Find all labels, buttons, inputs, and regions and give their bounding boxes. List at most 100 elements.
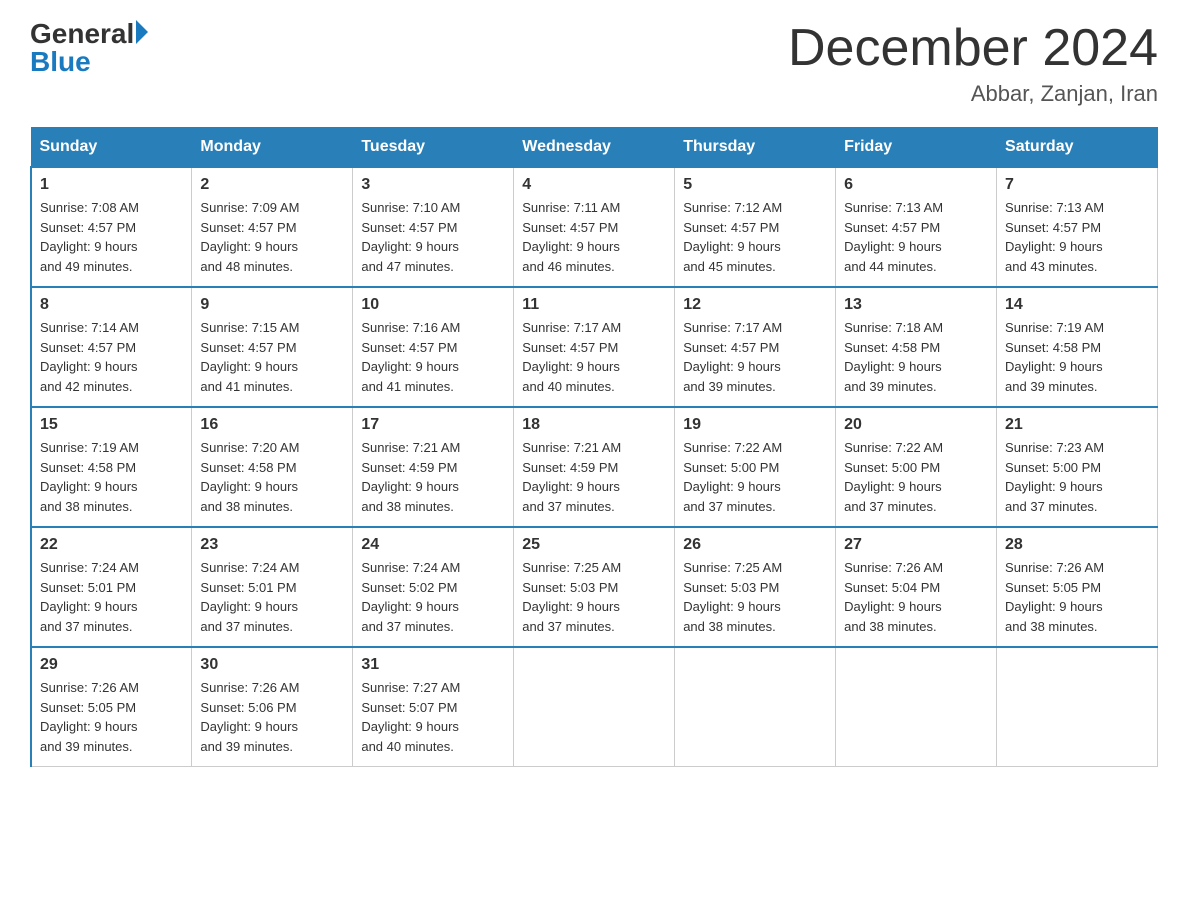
- day-number: 1: [40, 176, 183, 194]
- header-wednesday: Wednesday: [514, 128, 675, 168]
- day-number: 24: [361, 536, 505, 554]
- page-header: General Blue December 2024 Abbar, Zanjan…: [30, 20, 1158, 107]
- day-info: Sunrise: 7:17 AMSunset: 4:57 PMDaylight:…: [683, 318, 827, 396]
- day-number: 17: [361, 416, 505, 434]
- day-info: Sunrise: 7:15 AMSunset: 4:57 PMDaylight:…: [200, 318, 344, 396]
- calendar-cell: 28 Sunrise: 7:26 AMSunset: 5:05 PMDaylig…: [997, 527, 1158, 647]
- calendar-cell: 9 Sunrise: 7:15 AMSunset: 4:57 PMDayligh…: [192, 287, 353, 407]
- day-info: Sunrise: 7:13 AMSunset: 4:57 PMDaylight:…: [844, 198, 988, 276]
- calendar-cell: 31 Sunrise: 7:27 AMSunset: 5:07 PMDaylig…: [353, 647, 514, 767]
- day-number: 12: [683, 296, 827, 314]
- day-number: 10: [361, 296, 505, 314]
- calendar-week-3: 15 Sunrise: 7:19 AMSunset: 4:58 PMDaylig…: [31, 407, 1158, 527]
- day-number: 19: [683, 416, 827, 434]
- header-saturday: Saturday: [997, 128, 1158, 168]
- day-info: Sunrise: 7:17 AMSunset: 4:57 PMDaylight:…: [522, 318, 666, 396]
- day-info: Sunrise: 7:25 AMSunset: 5:03 PMDaylight:…: [683, 558, 827, 636]
- day-info: Sunrise: 7:26 AMSunset: 5:05 PMDaylight:…: [40, 678, 183, 756]
- calendar-cell: 7 Sunrise: 7:13 AMSunset: 4:57 PMDayligh…: [997, 167, 1158, 287]
- day-number: 31: [361, 656, 505, 674]
- day-info: Sunrise: 7:10 AMSunset: 4:57 PMDaylight:…: [361, 198, 505, 276]
- calendar-week-4: 22 Sunrise: 7:24 AMSunset: 5:01 PMDaylig…: [31, 527, 1158, 647]
- day-number: 29: [40, 656, 183, 674]
- calendar-cell: [514, 647, 675, 767]
- calendar-week-2: 8 Sunrise: 7:14 AMSunset: 4:57 PMDayligh…: [31, 287, 1158, 407]
- day-info: Sunrise: 7:23 AMSunset: 5:00 PMDaylight:…: [1005, 438, 1149, 516]
- calendar-cell: 3 Sunrise: 7:10 AMSunset: 4:57 PMDayligh…: [353, 167, 514, 287]
- calendar-cell: 11 Sunrise: 7:17 AMSunset: 4:57 PMDaylig…: [514, 287, 675, 407]
- calendar-cell: 22 Sunrise: 7:24 AMSunset: 5:01 PMDaylig…: [31, 527, 192, 647]
- day-info: Sunrise: 7:14 AMSunset: 4:57 PMDaylight:…: [40, 318, 183, 396]
- day-info: Sunrise: 7:20 AMSunset: 4:58 PMDaylight:…: [200, 438, 344, 516]
- day-number: 18: [522, 416, 666, 434]
- calendar-cell: 15 Sunrise: 7:19 AMSunset: 4:58 PMDaylig…: [31, 407, 192, 527]
- calendar-cell: [675, 647, 836, 767]
- day-number: 13: [844, 296, 988, 314]
- month-title: December 2024: [788, 20, 1158, 77]
- logo-triangle-icon: [136, 20, 148, 44]
- calendar-cell: 23 Sunrise: 7:24 AMSunset: 5:01 PMDaylig…: [192, 527, 353, 647]
- calendar-cell: 26 Sunrise: 7:25 AMSunset: 5:03 PMDaylig…: [675, 527, 836, 647]
- day-number: 5: [683, 176, 827, 194]
- day-info: Sunrise: 7:21 AMSunset: 4:59 PMDaylight:…: [522, 438, 666, 516]
- calendar-cell: 2 Sunrise: 7:09 AMSunset: 4:57 PMDayligh…: [192, 167, 353, 287]
- day-info: Sunrise: 7:19 AMSunset: 4:58 PMDaylight:…: [1005, 318, 1149, 396]
- header-monday: Monday: [192, 128, 353, 168]
- calendar-cell: 10 Sunrise: 7:16 AMSunset: 4:57 PMDaylig…: [353, 287, 514, 407]
- calendar-cell: 18 Sunrise: 7:21 AMSunset: 4:59 PMDaylig…: [514, 407, 675, 527]
- day-info: Sunrise: 7:13 AMSunset: 4:57 PMDaylight:…: [1005, 198, 1149, 276]
- calendar-cell: 6 Sunrise: 7:13 AMSunset: 4:57 PMDayligh…: [836, 167, 997, 287]
- day-number: 25: [522, 536, 666, 554]
- day-number: 15: [40, 416, 183, 434]
- day-info: Sunrise: 7:16 AMSunset: 4:57 PMDaylight:…: [361, 318, 505, 396]
- title-area: December 2024 Abbar, Zanjan, Iran: [788, 20, 1158, 107]
- day-info: Sunrise: 7:22 AMSunset: 5:00 PMDaylight:…: [844, 438, 988, 516]
- day-number: 16: [200, 416, 344, 434]
- day-number: 26: [683, 536, 827, 554]
- calendar-cell: 4 Sunrise: 7:11 AMSunset: 4:57 PMDayligh…: [514, 167, 675, 287]
- calendar-cell: 12 Sunrise: 7:17 AMSunset: 4:57 PMDaylig…: [675, 287, 836, 407]
- calendar-table: SundayMondayTuesdayWednesdayThursdayFrid…: [30, 127, 1158, 767]
- day-info: Sunrise: 7:08 AMSunset: 4:57 PMDaylight:…: [40, 198, 183, 276]
- calendar-cell: [997, 647, 1158, 767]
- calendar-week-1: 1 Sunrise: 7:08 AMSunset: 4:57 PMDayligh…: [31, 167, 1158, 287]
- day-number: 21: [1005, 416, 1149, 434]
- day-info: Sunrise: 7:18 AMSunset: 4:58 PMDaylight:…: [844, 318, 988, 396]
- day-info: Sunrise: 7:25 AMSunset: 5:03 PMDaylight:…: [522, 558, 666, 636]
- calendar-cell: 5 Sunrise: 7:12 AMSunset: 4:57 PMDayligh…: [675, 167, 836, 287]
- day-info: Sunrise: 7:26 AMSunset: 5:04 PMDaylight:…: [844, 558, 988, 636]
- header-friday: Friday: [836, 128, 997, 168]
- calendar-cell: 16 Sunrise: 7:20 AMSunset: 4:58 PMDaylig…: [192, 407, 353, 527]
- header-tuesday: Tuesday: [353, 128, 514, 168]
- header-sunday: Sunday: [31, 128, 192, 168]
- day-number: 22: [40, 536, 183, 554]
- calendar-cell: 25 Sunrise: 7:25 AMSunset: 5:03 PMDaylig…: [514, 527, 675, 647]
- calendar-cell: 1 Sunrise: 7:08 AMSunset: 4:57 PMDayligh…: [31, 167, 192, 287]
- calendar-cell: 19 Sunrise: 7:22 AMSunset: 5:00 PMDaylig…: [675, 407, 836, 527]
- calendar-cell: 17 Sunrise: 7:21 AMSunset: 4:59 PMDaylig…: [353, 407, 514, 527]
- day-info: Sunrise: 7:24 AMSunset: 5:01 PMDaylight:…: [200, 558, 344, 636]
- day-number: 28: [1005, 536, 1149, 554]
- day-info: Sunrise: 7:12 AMSunset: 4:57 PMDaylight:…: [683, 198, 827, 276]
- calendar-cell: 13 Sunrise: 7:18 AMSunset: 4:58 PMDaylig…: [836, 287, 997, 407]
- day-number: 27: [844, 536, 988, 554]
- calendar-cell: 27 Sunrise: 7:26 AMSunset: 5:04 PMDaylig…: [836, 527, 997, 647]
- day-info: Sunrise: 7:26 AMSunset: 5:05 PMDaylight:…: [1005, 558, 1149, 636]
- day-info: Sunrise: 7:21 AMSunset: 4:59 PMDaylight:…: [361, 438, 505, 516]
- day-number: 14: [1005, 296, 1149, 314]
- day-number: 7: [1005, 176, 1149, 194]
- logo: General Blue: [30, 20, 148, 76]
- day-number: 3: [361, 176, 505, 194]
- calendar-week-5: 29 Sunrise: 7:26 AMSunset: 5:05 PMDaylig…: [31, 647, 1158, 767]
- calendar-cell: [836, 647, 997, 767]
- day-number: 20: [844, 416, 988, 434]
- day-info: Sunrise: 7:26 AMSunset: 5:06 PMDaylight:…: [200, 678, 344, 756]
- calendar-cell: 30 Sunrise: 7:26 AMSunset: 5:06 PMDaylig…: [192, 647, 353, 767]
- day-info: Sunrise: 7:09 AMSunset: 4:57 PMDaylight:…: [200, 198, 344, 276]
- day-info: Sunrise: 7:11 AMSunset: 4:57 PMDaylight:…: [522, 198, 666, 276]
- calendar-cell: 29 Sunrise: 7:26 AMSunset: 5:05 PMDaylig…: [31, 647, 192, 767]
- day-info: Sunrise: 7:27 AMSunset: 5:07 PMDaylight:…: [361, 678, 505, 756]
- calendar-cell: 14 Sunrise: 7:19 AMSunset: 4:58 PMDaylig…: [997, 287, 1158, 407]
- logo-blue-text: Blue: [30, 48, 91, 76]
- header-thursday: Thursday: [675, 128, 836, 168]
